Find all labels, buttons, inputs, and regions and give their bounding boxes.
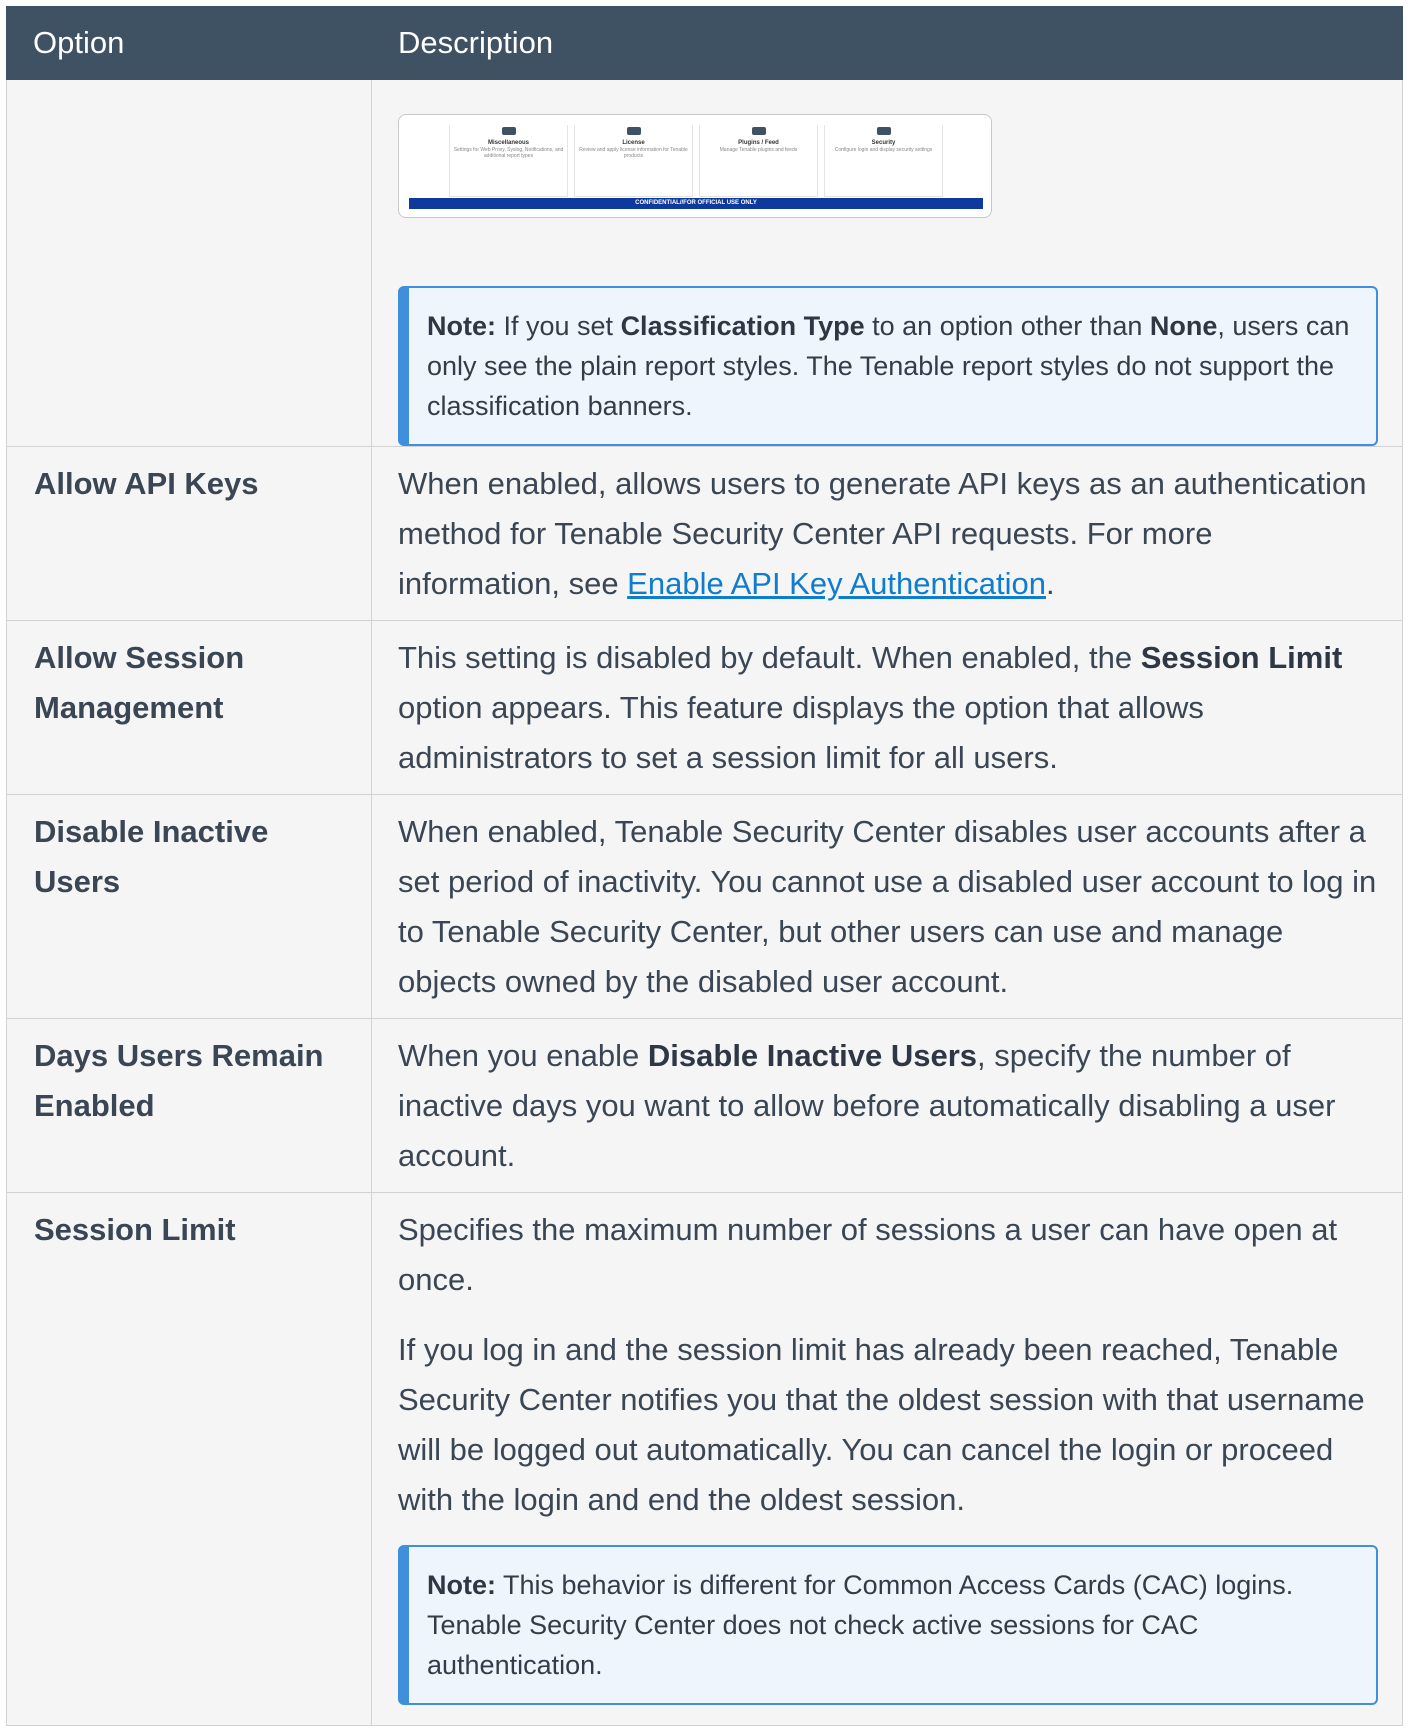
option-disable-inactive-users: Disable Inactive Users xyxy=(6,794,372,1019)
table-row: Allow API Keys When enabled, allows user… xyxy=(6,446,1403,621)
tile-license: License Review and apply license informa… xyxy=(574,125,693,197)
note-cac: Note: This behavior is different for Com… xyxy=(398,1545,1378,1705)
note-classification: Note: If you set Classification Type to … xyxy=(398,286,1378,446)
description-cell: Miscellaneous Settings for Web Proxy, Sy… xyxy=(371,79,1403,447)
tile-plugins-feed: Plugins / Feed Manage Tenable plugins an… xyxy=(699,125,818,197)
settings-tiles: Miscellaneous Settings for Web Proxy, Sy… xyxy=(409,125,983,197)
option-cell-empty xyxy=(6,79,372,447)
table-header-row: Option Description xyxy=(6,6,1403,80)
description-disable-inactive-users: When enabled, Tenable Security Center di… xyxy=(371,794,1403,1019)
option-allow-session-management: Allow Session Management xyxy=(6,620,372,795)
option-days-users-remain-enabled: Days Users Remain Enabled xyxy=(6,1018,372,1193)
table-row: Days Users Remain Enabled When you enabl… xyxy=(6,1018,1403,1193)
option-session-limit: Session Limit xyxy=(6,1192,372,1726)
license-icon xyxy=(626,127,641,135)
description-session-limit: Specifies the maximum number of sessions… xyxy=(371,1192,1403,1726)
plugins-feed-icon xyxy=(751,127,766,135)
table-row: Session Limit Specifies the maximum numb… xyxy=(6,1192,1403,1726)
header-description: Description xyxy=(371,6,1403,80)
tile-security: Security Configure login and display sec… xyxy=(824,125,943,197)
description-allow-session-management: This setting is disabled by default. Whe… xyxy=(371,620,1403,795)
session-limit-paragraph-2: If you log in and the session limit has … xyxy=(398,1332,1365,1517)
table-row: Miscellaneous Settings for Web Proxy, Sy… xyxy=(6,79,1403,447)
enable-api-key-authentication-link[interactable]: Enable API Key Authentication xyxy=(627,566,1046,601)
security-icon xyxy=(876,127,891,135)
tile-miscellaneous: Miscellaneous Settings for Web Proxy, Sy… xyxy=(449,125,568,197)
description-days-users-remain-enabled: When you enable Disable Inactive Users, … xyxy=(371,1018,1403,1193)
option-allow-api-keys: Allow API Keys xyxy=(6,446,372,621)
classification-banner: CONFIDENTIAL//FOR OFFICIAL USE ONLY xyxy=(409,198,983,209)
table-row: Allow Session Management This setting is… xyxy=(6,620,1403,795)
options-table: Option Description Miscellaneous Setting… xyxy=(6,6,1403,1726)
session-limit-paragraph-1: Specifies the maximum number of sessions… xyxy=(398,1212,1338,1297)
header-option: Option xyxy=(6,6,372,80)
miscellaneous-icon xyxy=(501,127,516,135)
description-allow-api-keys: When enabled, allows users to generate A… xyxy=(371,446,1403,621)
table-row: Disable Inactive Users When enabled, Ten… xyxy=(6,794,1403,1019)
settings-screenshot: Miscellaneous Settings for Web Proxy, Sy… xyxy=(398,114,992,218)
